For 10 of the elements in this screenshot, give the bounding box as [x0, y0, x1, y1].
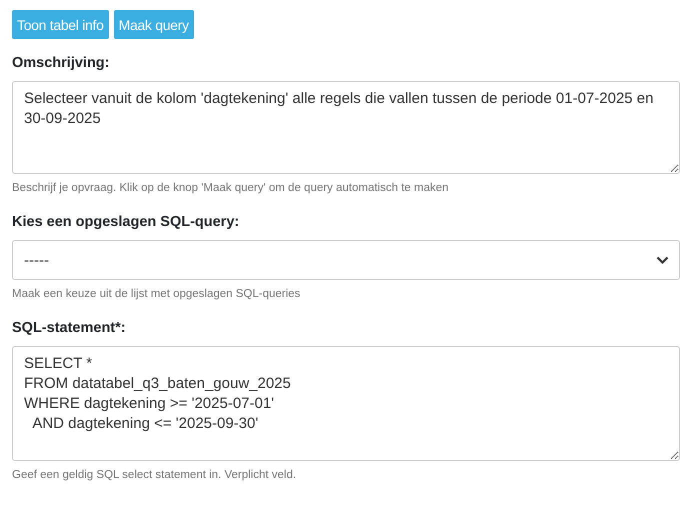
help-text: Maak een keuze uit de lijst met opgeslagen SQL-queries [12, 288, 300, 300]
description-field[interactable]: Selecteer vanuit de kolom 'dagtekening' alle regels die vallen tussen de periode 01-07-2025 en 30-09-2025 [12, 81, 680, 174]
sql-field[interactable]: SELECT * FROM datatabel_q3_baten_gouw_2025 WHERE dagtekening >= '2025-07-01' AND dagtekening <= '2025-09-30' [12, 346, 680, 461]
field-label: Kies een opgeslagen SQL-query: [12, 214, 240, 230]
chevron-down-icon [656, 256, 669, 264]
help-text: Beschrijf je opvraag. Klik op de knop 'Maak query' om de query automatisch te maken [12, 182, 449, 194]
help-text: Geef een geldig SQL select statement in. Verplicht veld. [12, 469, 296, 481]
field-label: SQL-statement*: [12, 320, 126, 336]
query-select[interactable]: ----- [12, 240, 680, 280]
field-label: Omschrijving: [12, 55, 110, 71]
